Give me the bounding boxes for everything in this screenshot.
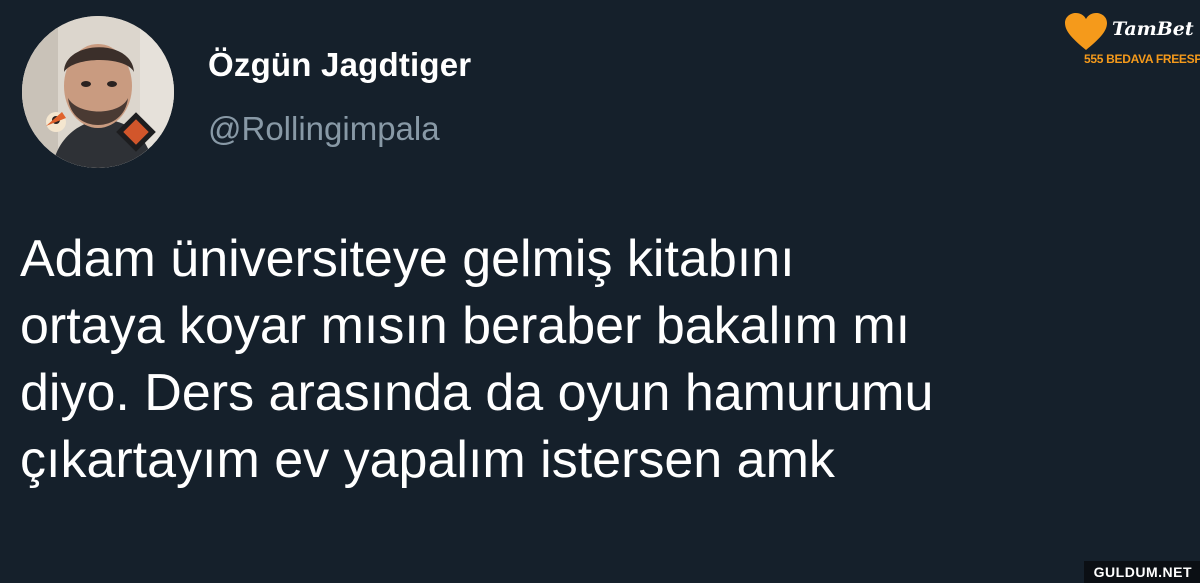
tweet-text-line: diyo. Ders arasında da oyun hamurumu: [20, 364, 934, 422]
brand-promo: 555 BEDAVA FREESPİN: [1084, 52, 1200, 66]
author-display-name[interactable]: Özgün Jagdtiger: [208, 46, 471, 84]
avatar[interactable]: [22, 16, 174, 168]
tweet-card: Özgün Jagdtiger @Rollingimpala Adam üniv…: [0, 0, 1200, 583]
tweet-text-line: Adam üniversiteye gelmiş kitabını: [20, 230, 795, 288]
tweet-text-line: çıkartayım ev yapalım istersen amk: [20, 431, 835, 489]
brand-name: TamBet: [1112, 18, 1194, 40]
brand-logo: TamBet 555 BEDAVA FREESPİN: [1064, 8, 1200, 72]
author-handle[interactable]: @Rollingimpala: [208, 110, 440, 148]
heart-icon: [1064, 12, 1108, 52]
site-watermark: GULDUM.NET: [1083, 561, 1200, 583]
tweet-text: Adam üniversiteye gelmiş kitabını ortaya…: [20, 226, 1170, 494]
tweet-text-line: ortaya koyar mısın beraber bakalım mı: [20, 297, 911, 355]
